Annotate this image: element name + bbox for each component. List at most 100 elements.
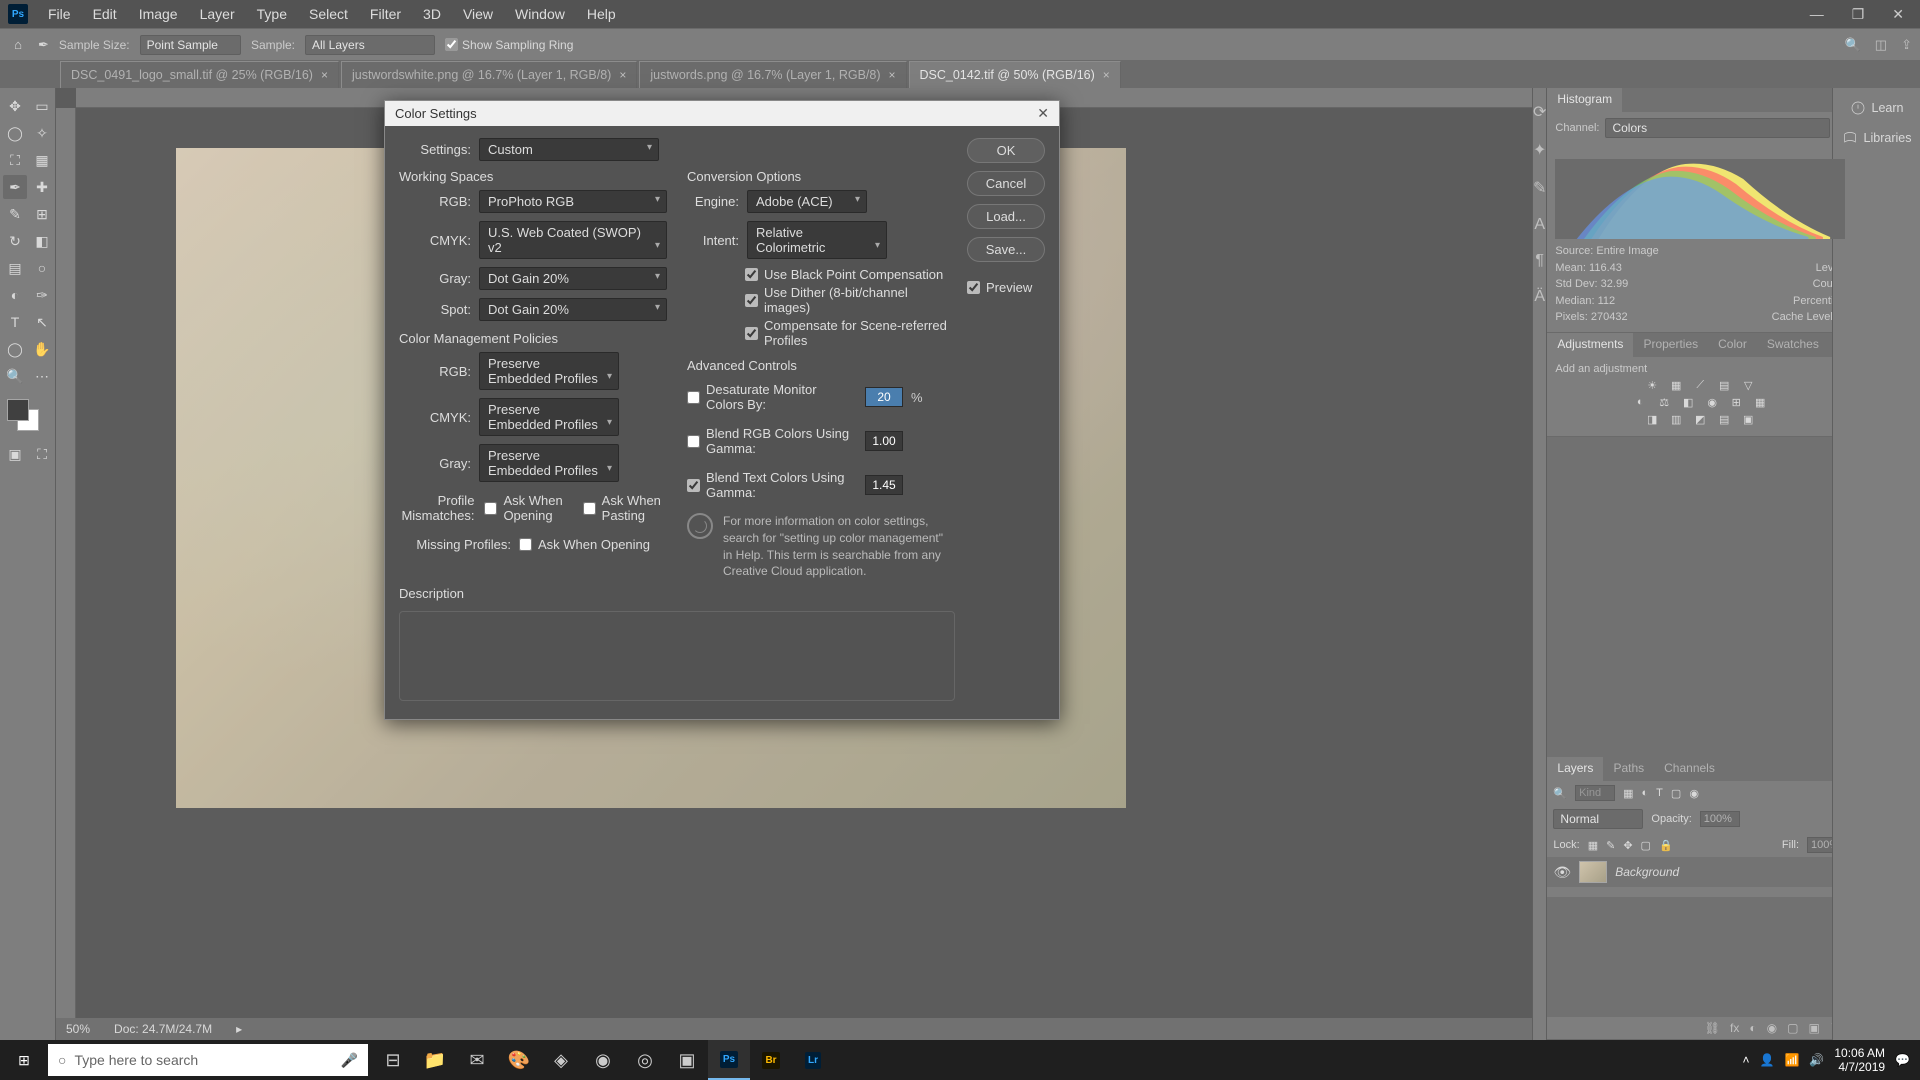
show-sampling-ring-check[interactable]: Show Sampling Ring xyxy=(445,38,573,52)
settings-select[interactable]: Custom xyxy=(479,138,659,161)
blend-text-check[interactable]: Blend Text Colors Using Gamma: xyxy=(687,470,857,500)
healing-brush-tool[interactable]: ✚ xyxy=(30,175,54,199)
levels-icon[interactable]: ▦ xyxy=(1667,379,1685,392)
shape-tool[interactable]: ◯ xyxy=(3,337,27,361)
color-tab[interactable]: Color xyxy=(1708,333,1757,357)
lock-pixels-icon[interactable]: ✎ xyxy=(1606,839,1615,852)
desat-input[interactable] xyxy=(865,387,903,407)
bw-icon[interactable]: ◧ xyxy=(1679,396,1697,409)
brightness-icon[interactable]: ☀ xyxy=(1643,379,1661,392)
save-button[interactable]: Save... xyxy=(967,237,1045,262)
tab-close-icon[interactable]: × xyxy=(619,68,626,82)
paragraph-icon[interactable]: ¶ xyxy=(1535,252,1544,270)
hue-icon[interactable]: ◐ xyxy=(1631,396,1649,409)
pen-tool[interactable]: ✑ xyxy=(30,283,54,307)
opacity-input[interactable] xyxy=(1700,811,1740,827)
histogram-tab[interactable]: Histogram xyxy=(1547,88,1622,112)
filter-adjustment-icon[interactable]: ◐ xyxy=(1642,787,1649,799)
zoom-tool[interactable]: 🔍 xyxy=(3,364,27,388)
preview-check[interactable]: Preview xyxy=(967,280,1045,295)
selective-color-icon[interactable]: ▣ xyxy=(1739,413,1757,426)
tab-close-icon[interactable]: × xyxy=(1103,68,1110,82)
quick-mask-tool[interactable]: ▣ xyxy=(3,442,27,466)
brush-tool[interactable]: ✎ xyxy=(3,202,27,226)
foreground-color-swatch[interactable] xyxy=(7,399,29,421)
blend-rgb-input[interactable] xyxy=(865,431,903,451)
filter-smart-icon[interactable]: ◉ xyxy=(1689,787,1699,800)
channel-mixer-icon[interactable]: ⊞ xyxy=(1727,396,1745,409)
dialog-titlebar[interactable]: Color Settings ✕ xyxy=(385,101,1059,126)
menu-layer[interactable]: Layer xyxy=(190,2,245,26)
quick-select-tool[interactable]: ✧ xyxy=(30,121,54,145)
tray-volume-icon[interactable]: 🔊 xyxy=(1809,1053,1824,1067)
cancel-button[interactable]: Cancel xyxy=(967,171,1045,196)
character-icon[interactable]: A xyxy=(1534,216,1545,234)
app-icon[interactable]: ▣ xyxy=(666,1040,708,1080)
gradient-map-icon[interactable]: ▤ xyxy=(1715,413,1733,426)
layer-row[interactable]: 👁 Background 🔒 xyxy=(1547,857,1853,887)
menu-filter[interactable]: Filter xyxy=(360,2,411,26)
menu-image[interactable]: Image xyxy=(129,2,188,26)
channels-tab[interactable]: Channels xyxy=(1654,757,1725,781)
layer-thumbnail[interactable] xyxy=(1579,861,1607,883)
menu-type[interactable]: Type xyxy=(247,2,297,26)
eyedropper-tool[interactable]: ✒ xyxy=(3,175,27,199)
libraries-button[interactable]: Libraries xyxy=(1842,130,1912,146)
invert-icon[interactable]: ◨ xyxy=(1643,413,1661,426)
cmp-gray-select[interactable]: Preserve Embedded Profiles xyxy=(479,444,619,482)
minimize-icon[interactable]: — xyxy=(1802,2,1832,27)
engine-select[interactable]: Adobe (ACE) xyxy=(747,190,867,213)
eyedropper-icon[interactable]: ✒ xyxy=(38,37,49,53)
gradient-tool[interactable]: ▤ xyxy=(3,256,27,280)
mail-icon[interactable]: ✉ xyxy=(456,1040,498,1080)
screen-mode-tool[interactable]: ⛶ xyxy=(30,442,54,466)
glyphs-icon[interactable]: Ä xyxy=(1534,288,1545,306)
layers-tab[interactable]: Layers xyxy=(1547,757,1603,781)
visibility-icon[interactable]: 👁 xyxy=(1553,864,1571,881)
hand-tool[interactable]: ✋ xyxy=(30,337,54,361)
color-lookup-icon[interactable]: ▦ xyxy=(1751,396,1769,409)
task-view-icon[interactable]: ⊟ xyxy=(372,1040,414,1080)
tab-close-icon[interactable]: × xyxy=(321,68,328,82)
posterize-icon[interactable]: ▥ xyxy=(1667,413,1685,426)
restore-icon[interactable]: ❐ xyxy=(1844,2,1873,27)
dodge-tool[interactable]: ◐ xyxy=(3,283,27,307)
crop-tool[interactable]: ⛶ xyxy=(3,148,27,172)
vibrance-icon[interactable]: ▽ xyxy=(1739,379,1757,392)
ws-spot-select[interactable]: Dot Gain 20% xyxy=(479,298,667,321)
ruler-vertical[interactable] xyxy=(56,108,76,1040)
document-tab[interactable]: justwordswhite.png @ 16.7% (Layer 1, RGB… xyxy=(341,61,637,88)
lock-all-icon[interactable]: 🔒 xyxy=(1659,839,1673,852)
document-tab-active[interactable]: DSC_0142.tif @ 50% (RGB/16)× xyxy=(909,61,1121,88)
menu-select[interactable]: Select xyxy=(299,2,358,26)
layer-name[interactable]: Background xyxy=(1615,865,1679,879)
exposure-icon[interactable]: ▤ xyxy=(1715,379,1733,392)
filter-pixel-icon[interactable]: ▦ xyxy=(1623,787,1633,800)
doc-info-arrow-icon[interactable]: ▸ xyxy=(236,1022,242,1036)
color-swatches[interactable] xyxy=(3,399,54,439)
link-layers-icon[interactable]: ⛓ xyxy=(1705,1021,1720,1035)
app-icon[interactable]: ◈ xyxy=(540,1040,582,1080)
scene-check[interactable]: Compensate for Scene-referred Profiles xyxy=(745,318,955,348)
document-tab[interactable]: DSC_0491_logo_small.tif @ 25% (RGB/16)× xyxy=(60,61,339,88)
blur-tool[interactable]: ○ xyxy=(30,256,54,280)
sample-select[interactable]: All Layers xyxy=(305,35,435,55)
ws-rgb-select[interactable]: ProPhoto RGB xyxy=(479,190,667,213)
blend-rgb-check[interactable]: Blend RGB Colors Using Gamma: xyxy=(687,426,857,456)
load-button[interactable]: Load... xyxy=(967,204,1045,229)
notifications-icon[interactable]: 💬 xyxy=(1895,1053,1910,1067)
search-icon[interactable]: 🔍 xyxy=(1845,37,1861,53)
tray-clock[interactable]: 10:06 AM 4/7/2019 xyxy=(1834,1046,1885,1075)
properties-tab[interactable]: Properties xyxy=(1633,333,1708,357)
sample-size-select[interactable]: Point Sample xyxy=(140,35,241,55)
new-layer-icon[interactable]: ▣ xyxy=(1808,1021,1819,1035)
desat-check[interactable]: Desaturate Monitor Colors By: xyxy=(687,382,857,412)
frame-tool[interactable]: ▦ xyxy=(30,148,54,172)
layer-kind-filter[interactable] xyxy=(1575,785,1615,801)
menu-edit[interactable]: Edit xyxy=(83,2,127,26)
mismatch-paste-check[interactable]: Ask When Pasting xyxy=(583,493,667,523)
learn-button[interactable]: Learn xyxy=(1850,100,1904,116)
start-button[interactable]: ⊞ xyxy=(0,1040,48,1080)
blend-text-input[interactable] xyxy=(865,475,903,495)
bpc-check[interactable]: Use Black Point Compensation xyxy=(745,267,955,282)
